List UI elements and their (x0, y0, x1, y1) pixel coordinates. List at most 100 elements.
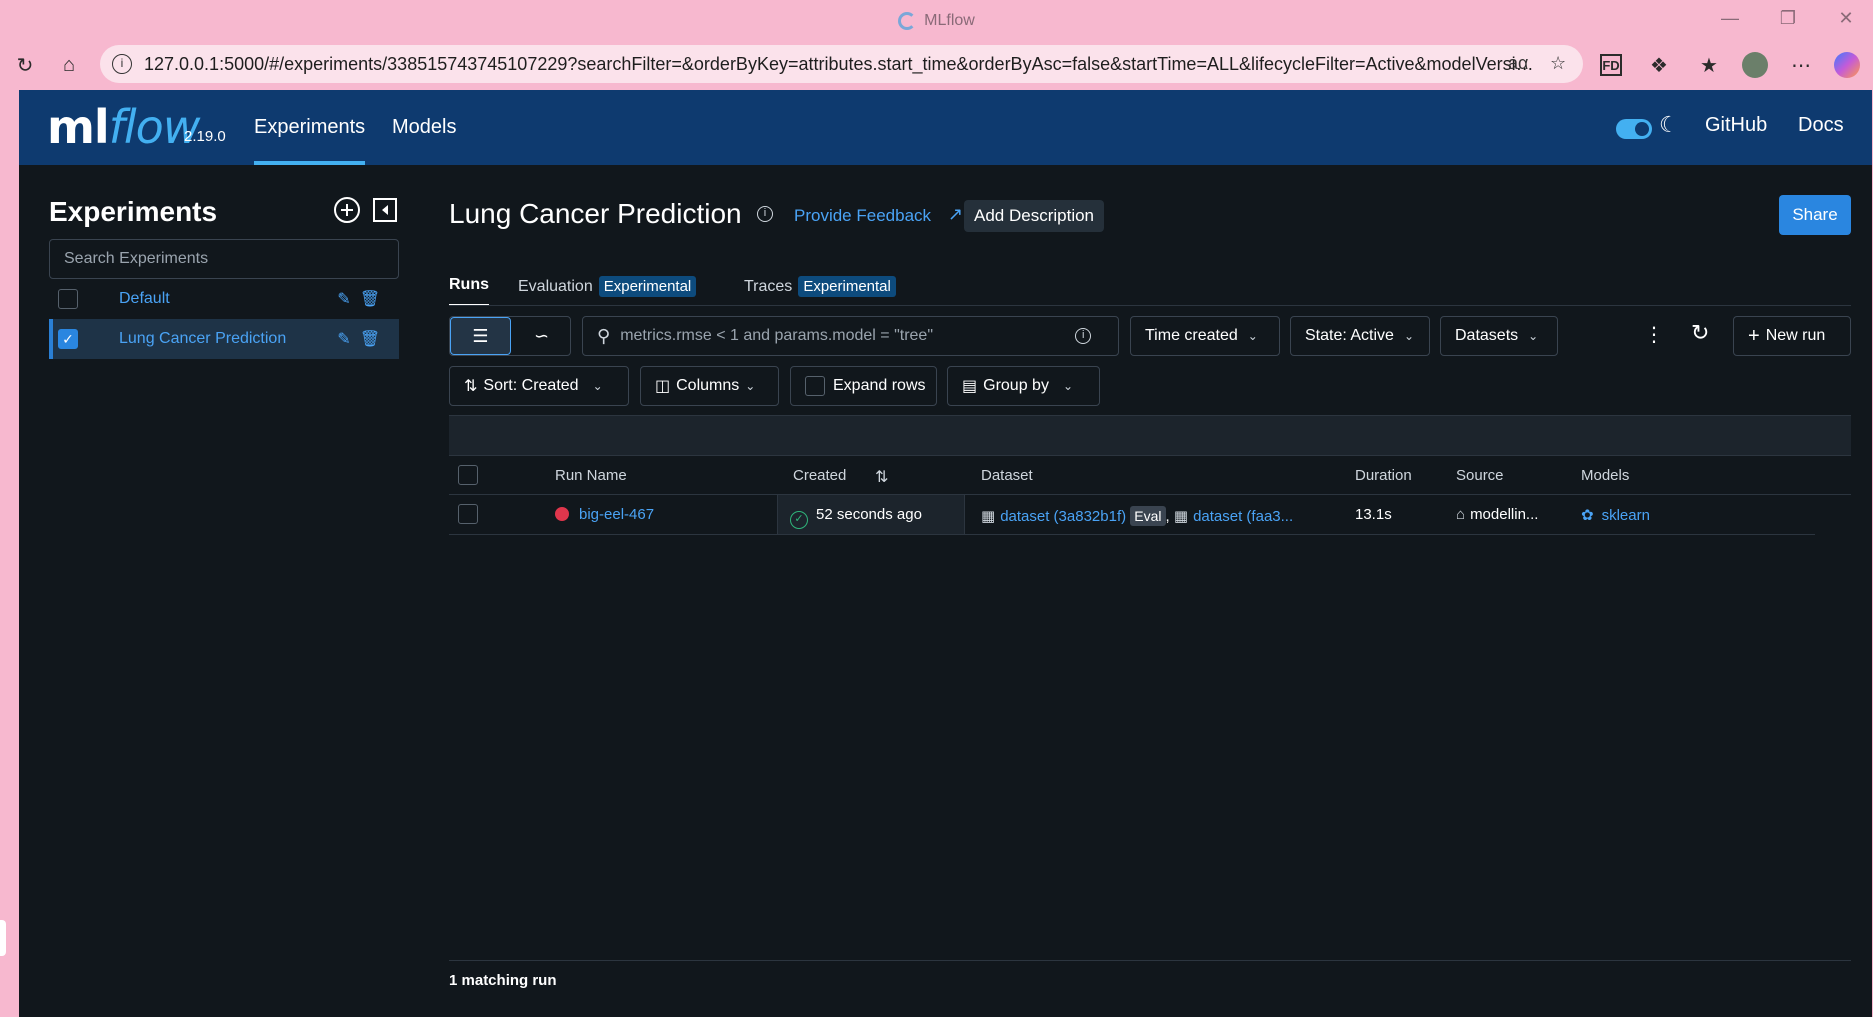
search-placeholder: metrics.rmse < 1 and params.model = "tre… (620, 327, 933, 344)
edit-pencil-icon[interactable]: ✎ (333, 289, 355, 309)
collapse-sidebar-button[interactable] (371, 196, 399, 224)
trash-icon[interactable]: 🗑 (359, 329, 381, 349)
time-created-dropdown[interactable]: Time created ⌄ (1130, 316, 1280, 356)
table-row: big-eel-467 ✓ 52 seconds ago ▦ dataset (3a… (449, 495, 1815, 535)
address-bar[interactable]: i 127.0.0.1:5000/#/experiments/338515743… (100, 45, 1583, 83)
tab-traces[interactable]: Traces Experimental (744, 276, 896, 297)
tab-label: Runs (449, 276, 489, 293)
experiment-item-default[interactable]: Default ✎ 🗑 (49, 279, 399, 319)
expand-rows-toggle[interactable]: Expand rows (790, 366, 937, 406)
restore-icon[interactable]: ❐ (1768, 8, 1808, 29)
profile-avatar[interactable] (1742, 52, 1768, 78)
refresh-icon[interactable]: ↻ (1691, 320, 1709, 346)
header-dataset[interactable]: Dataset (981, 467, 1033, 484)
dropdown-label: Time created (1145, 327, 1238, 344)
source-cell: ⌂ modellin... (1456, 506, 1538, 523)
add-description-button[interactable]: Add Description (964, 200, 1105, 232)
version-label: 2.19.0 (184, 128, 226, 145)
favorites-icon[interactable]: ★ (1696, 52, 1722, 78)
nav-models[interactable]: Models (392, 90, 456, 165)
reload-icon[interactable]: ↻ (12, 52, 38, 78)
sort-dropdown[interactable]: ⇅ Sort: Created ⌄ (449, 366, 629, 406)
extensions-puzzle-icon[interactable]: ❖ (1646, 52, 1672, 78)
read-aloud-icon[interactable]: aα (1508, 53, 1528, 74)
chevron-down-icon: ⌄ (745, 379, 756, 393)
dataset-link[interactable]: dataset (faa3... (1193, 508, 1293, 525)
run-name-link[interactable]: big-eel-467 (579, 506, 654, 523)
edit-pencil-icon[interactable]: ✎ (333, 329, 355, 349)
created-text: 52 seconds ago (816, 506, 922, 523)
more-options-icon[interactable]: ⋯ (1788, 52, 1814, 78)
extension-fd-icon[interactable]: FD (1600, 54, 1622, 76)
expand-rows-checkbox[interactable] (805, 376, 825, 396)
header-models[interactable]: Models (1581, 467, 1629, 484)
copilot-icon[interactable] (1834, 52, 1860, 78)
github-link[interactable]: GitHub (1705, 114, 1767, 137)
table-group-header (449, 415, 1851, 455)
footer-divider (449, 960, 1851, 961)
experiment-checkbox[interactable]: ✓ (58, 329, 78, 349)
row-checkbox[interactable] (458, 504, 478, 524)
chevron-down-icon: ⌄ (592, 379, 603, 393)
page-title: Lung Cancer Prediction (449, 198, 742, 229)
header-source[interactable]: Source (1456, 467, 1504, 484)
state-dropdown[interactable]: State: Active ⌄ (1290, 316, 1430, 356)
experimental-badge: Experimental (598, 276, 697, 297)
group-by-dropdown[interactable]: ▤ Group by ⌄ (947, 366, 1100, 406)
dropdown-label: Datasets (1455, 327, 1519, 344)
dataset-link[interactable]: dataset (3a832b1f) (1000, 508, 1126, 525)
header-duration[interactable]: Duration (1355, 467, 1412, 484)
table-icon: ▦ (1173, 508, 1189, 525)
nav-experiments[interactable]: Experiments (254, 90, 366, 165)
provide-feedback-link[interactable]: Provide Feedback (794, 206, 931, 226)
collapse-icon (373, 198, 397, 222)
source-text: modellin... (1470, 506, 1539, 523)
chart-view-icon[interactable]: ∽ (511, 317, 572, 355)
favorite-star-icon[interactable]: ☆ (1550, 53, 1566, 74)
minimize-icon[interactable]: — (1710, 8, 1750, 29)
close-icon[interactable]: ✕ (1826, 8, 1866, 29)
browser-titlebar: MLflow (0, 0, 1873, 42)
dark-mode-toggle[interactable] (1616, 119, 1652, 139)
dropdown-label: Columns (676, 377, 740, 394)
sort-desc-icon[interactable]: ⇅ (875, 467, 888, 487)
dropdown-label: State: Active (1305, 327, 1394, 344)
site-info-icon[interactable]: i (112, 54, 132, 74)
search-experiments-input[interactable]: Search Experiments (49, 239, 399, 279)
mlflow-logo[interactable]: mlflow (47, 100, 200, 154)
logo-ml: ml (47, 100, 110, 154)
plus-circle-icon (334, 197, 360, 223)
experiment-name[interactable]: Default (119, 290, 329, 308)
experiment-checkbox[interactable] (58, 289, 78, 309)
experiment-name[interactable]: Lung Cancer Prediction (119, 330, 329, 348)
search-info-icon[interactable]: i (1075, 328, 1092, 344)
datasets-dropdown[interactable]: Datasets ⌄ (1440, 316, 1558, 356)
model-link[interactable]: sklearn (1602, 507, 1650, 524)
button-label: New run (1765, 327, 1826, 344)
window-title: MLflow (924, 12, 975, 29)
tab-runs[interactable]: Runs (449, 276, 489, 306)
runs-search-input[interactable]: ⚲ metrics.rmse < 1 and params.model = "t… (582, 316, 1119, 356)
tabs-divider (449, 305, 1851, 306)
duration-cell: 13.1s (1355, 506, 1392, 523)
header-created[interactable]: Created (793, 467, 846, 484)
kebab-menu-icon[interactable]: ⋮ (1644, 322, 1664, 347)
models-cell: ✿ sklearn (1581, 506, 1650, 524)
info-icon[interactable]: i (757, 206, 773, 222)
experiment-item-lung-cancer[interactable]: ✓ Lung Cancer Prediction ✎ 🗑 (49, 319, 399, 359)
new-run-button[interactable]: + New run (1733, 316, 1851, 356)
header-run-name[interactable]: Run Name (555, 467, 627, 484)
toggle-label: Expand rows (833, 377, 926, 394)
columns-dropdown[interactable]: ◫ Columns ⌄ (640, 366, 779, 406)
run-name-cell[interactable]: big-eel-467 (555, 506, 654, 523)
home-icon[interactable]: ⌂ (56, 52, 82, 78)
select-all-checkbox[interactable] (458, 465, 478, 485)
trash-icon[interactable]: 🗑 (359, 289, 381, 309)
share-button[interactable]: Share (1779, 195, 1851, 235)
docs-link[interactable]: Docs (1798, 114, 1844, 137)
side-panel-handle[interactable] (0, 920, 6, 956)
create-experiment-button[interactable] (333, 196, 361, 224)
list-view-icon[interactable]: ☰ (450, 317, 511, 355)
matching-runs-count: 1 matching run (449, 972, 557, 989)
tab-evaluation[interactable]: Evaluation Experimental (518, 276, 697, 297)
